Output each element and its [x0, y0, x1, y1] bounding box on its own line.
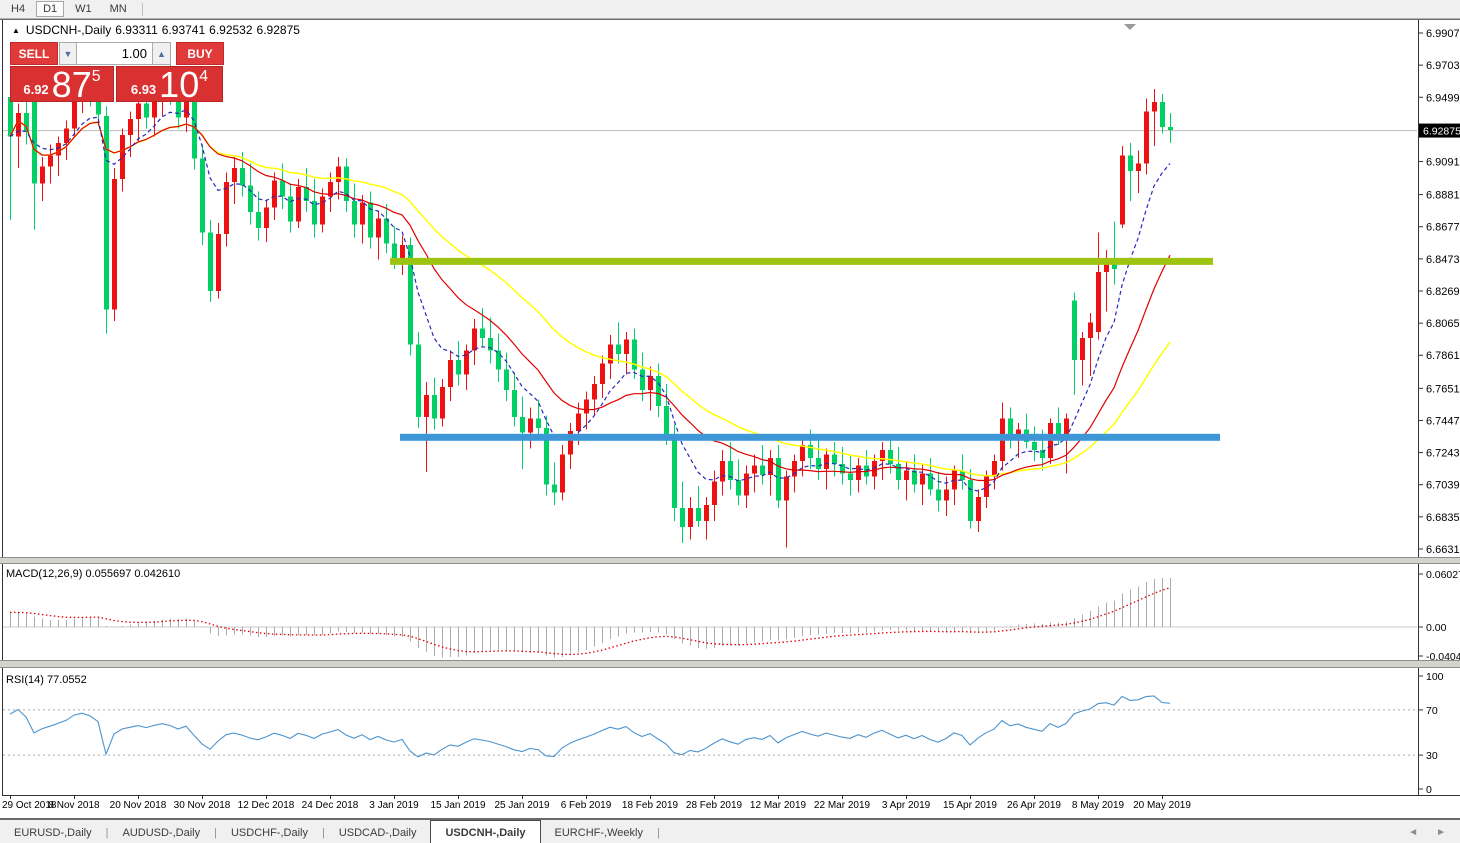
chart-shift-marker-icon[interactable]	[1124, 24, 1136, 30]
one-click-trading-panel: SELL ▼ ▲ BUY 6.92 87 5 6.93 10 4	[10, 42, 224, 105]
svg-text:6.90910: 6.90910	[1426, 157, 1460, 169]
buy-button[interactable]: BUY	[176, 42, 224, 65]
triangle-up-icon: ▲	[157, 48, 166, 59]
tab-separator: |	[656, 826, 660, 839]
svg-text:6.68350: 6.68350	[1426, 512, 1460, 524]
toolbar-divider	[141, 2, 143, 16]
svg-text:6.66310: 6.66310	[1426, 544, 1460, 556]
rsi-pane	[3, 695, 1417, 758]
svg-text:6.76510: 6.76510	[1426, 383, 1460, 395]
tab-scroll-left-icon[interactable]: ◄	[1408, 827, 1418, 838]
collapse-panel-icon[interactable]: ▲	[12, 26, 20, 35]
svg-text:30: 30	[1426, 750, 1438, 762]
svg-text:6.74470: 6.74470	[1426, 415, 1460, 427]
tab-audusd-daily[interactable]: AUDUSD-,Daily	[108, 820, 214, 843]
svg-text:6.80650: 6.80650	[1426, 318, 1460, 330]
svg-text:8 Nov 2018: 8 Nov 2018	[48, 800, 100, 811]
volume-input[interactable]	[77, 42, 153, 65]
macd-histogram	[10, 577, 1171, 658]
macd-indicator-label: MACD(12,26,9) 0.055697 0.042610	[6, 568, 181, 580]
svg-text:6.82690: 6.82690	[1426, 286, 1460, 298]
quote-open: 6.93311	[115, 23, 158, 37]
tab-usdcnh-daily[interactable]: USDCNH-,Daily	[430, 820, 541, 843]
price-axis: 6.99070 6.97030 6.94990 6.90910 6.88810 6.867…	[1418, 28, 1460, 556]
svg-text:6.99070: 6.99070	[1426, 28, 1460, 40]
svg-text:3 Apr 2019: 3 Apr 2019	[882, 800, 931, 811]
svg-text:25 Jan 2019: 25 Jan 2019	[494, 800, 549, 811]
svg-text:70: 70	[1426, 705, 1438, 717]
svg-text:22 Mar 2019: 22 Mar 2019	[814, 800, 871, 811]
rsi-indicator-label: RSI(14) 77.0552	[6, 674, 87, 686]
svg-text:-0.040412: -0.040412	[1426, 651, 1460, 663]
quote-high: 6.93741	[161, 23, 206, 37]
buy-price-base: 6.93	[130, 82, 157, 97]
timeframe-d1-button[interactable]: D1	[36, 1, 65, 17]
svg-text:18 Feb 2019: 18 Feb 2019	[622, 800, 679, 811]
svg-text:12 Mar 2019: 12 Mar 2019	[750, 800, 807, 811]
date-axis: 29 Oct 20188 Nov 2018 20 Nov 2018 30 Nov 2…	[2, 795, 1191, 811]
chart-tab-bar: EURUSD-,Daily | AUDUSD-,Daily | USDCHF-,…	[0, 818, 1460, 843]
trading-platform-window: H4 D1 W1 MN 6.99070 6.97030 6.94990 6.90910…	[0, 0, 1460, 843]
buy-price-point: 4	[199, 68, 209, 85]
volume-decrease-button[interactable]: ▼	[59, 42, 77, 65]
svg-text:26 Apr 2019: 26 Apr 2019	[1007, 800, 1061, 811]
svg-text:6.84730: 6.84730	[1426, 254, 1460, 266]
svg-text:6.72430: 6.72430	[1426, 448, 1460, 460]
svg-text:30 Nov 2018: 30 Nov 2018	[174, 800, 231, 811]
svg-text:100: 100	[1426, 671, 1444, 683]
buy-price-display[interactable]: 6.93 10 4	[116, 64, 223, 105]
ma-mid-red-line	[9, 119, 1171, 482]
chart-symbol-title: USDCNH-,Daily	[25, 23, 112, 37]
main-price-pane	[3, 60, 1417, 548]
svg-text:0.060274: 0.060274	[1426, 569, 1460, 581]
svg-text:28 Feb 2019: 28 Feb 2019	[686, 800, 743, 811]
sell-price-point: 5	[91, 68, 101, 85]
quote-low: 6.92532	[209, 23, 253, 37]
svg-text:15 Jan 2019: 15 Jan 2019	[430, 800, 485, 811]
timeframe-mn-button[interactable]: MN	[103, 1, 134, 17]
price-chart-canvas[interactable]: 6.99070 6.97030 6.94990 6.90910 6.88810 6.867…	[0, 0, 1460, 843]
tab-eurusd-daily[interactable]: EURUSD-,Daily	[0, 820, 106, 843]
macd-signal-line	[10, 587, 1171, 656]
volume-increase-button[interactable]: ▲	[153, 42, 171, 65]
sell-price-display[interactable]: 6.92 87 5	[10, 64, 114, 105]
timeframe-w1-button[interactable]: W1	[68, 1, 99, 17]
svg-text:6.94990: 6.94990	[1426, 92, 1460, 104]
svg-text:3 Jan 2019: 3 Jan 2019	[369, 800, 419, 811]
rsi-line	[9, 695, 1171, 758]
svg-text:20 May 2019: 20 May 2019	[1133, 800, 1191, 811]
svg-text:6.88810: 6.88810	[1426, 190, 1460, 202]
svg-text:12 Dec 2018: 12 Dec 2018	[238, 800, 295, 811]
sell-price-base: 6.92	[23, 82, 49, 97]
resistance-trendline[interactable]	[390, 257, 1213, 265]
tab-usdcad-daily[interactable]: USDCAD-,Daily	[325, 820, 431, 843]
tab-usdchf-daily[interactable]: USDCHF-,Daily	[217, 820, 322, 843]
svg-text:6 Feb 2019: 6 Feb 2019	[561, 800, 612, 811]
sell-button[interactable]: SELL	[10, 42, 58, 65]
timeframe-toolbar: H4 D1 W1 MN	[0, 0, 1460, 19]
timeframe-h4-button[interactable]: H4	[4, 1, 32, 17]
svg-text:6.86770: 6.86770	[1426, 222, 1460, 234]
svg-text:6.97030: 6.97030	[1426, 60, 1460, 72]
svg-text:6.78610: 6.78610	[1426, 350, 1460, 362]
ma-slow-yellow-line	[9, 119, 1171, 477]
svg-text:8 May 2019: 8 May 2019	[1072, 800, 1125, 811]
macd-pane	[3, 577, 1417, 658]
sell-price-pips: 87	[51, 64, 92, 105]
support-trendline[interactable]	[400, 433, 1220, 441]
triangle-down-icon: ▼	[63, 48, 73, 59]
tab-eurchf-weekly[interactable]: EURCHF-,Weekly	[541, 820, 657, 843]
svg-text:24 Dec 2018: 24 Dec 2018	[302, 800, 359, 811]
svg-text:15 Apr 2019: 15 Apr 2019	[943, 800, 997, 811]
buy-price-pips: 10	[159, 64, 200, 105]
svg-text:0.00: 0.00	[1426, 622, 1447, 634]
svg-text:20 Nov 2018: 20 Nov 2018	[110, 800, 167, 811]
svg-text:6.92875: 6.92875	[1423, 126, 1460, 138]
chart-title-row: ▲ USDCNH-,Daily 6.93311 6.93741 6.92532 6.928…	[12, 23, 304, 37]
svg-text:6.70390: 6.70390	[1426, 480, 1460, 492]
quote-close: 6.92875	[256, 23, 300, 37]
tab-scroll-right-icon[interactable]: ►	[1436, 827, 1446, 838]
svg-text:0: 0	[1426, 784, 1432, 796]
